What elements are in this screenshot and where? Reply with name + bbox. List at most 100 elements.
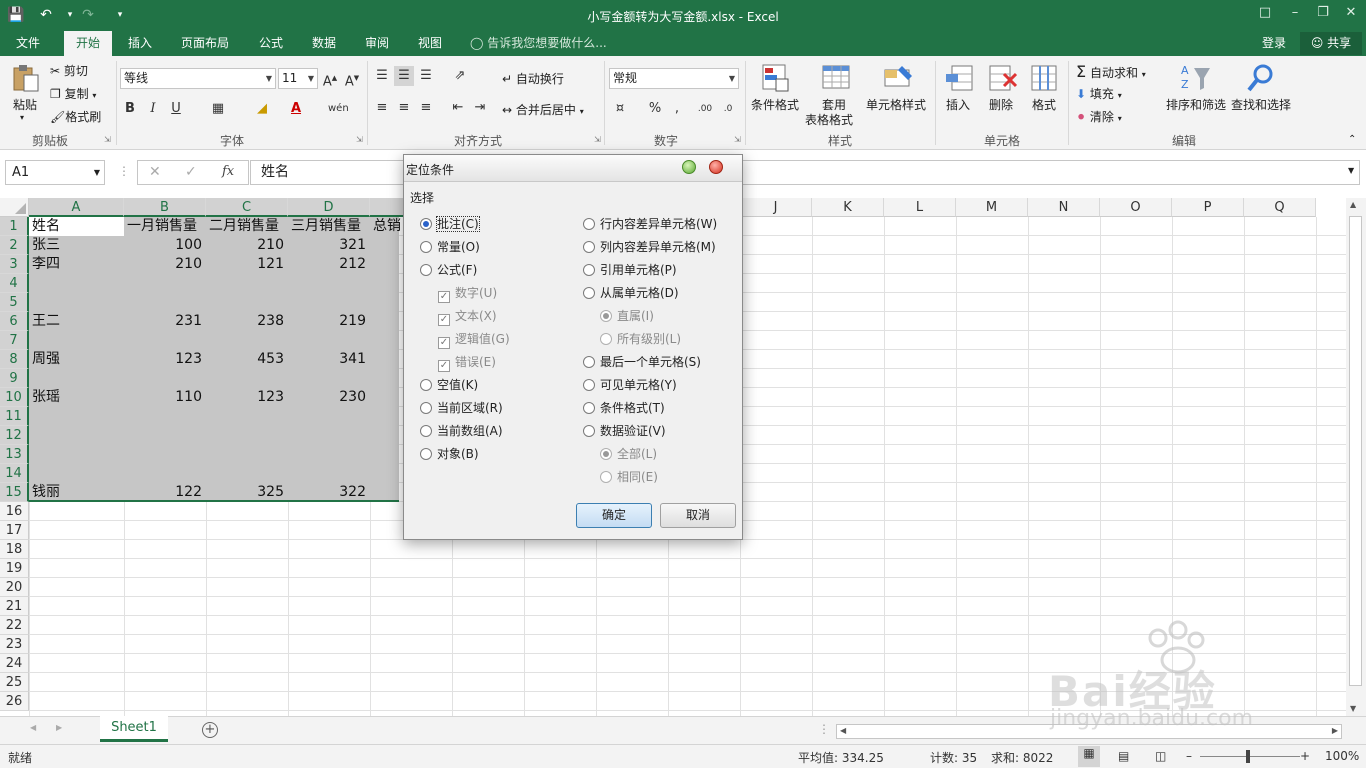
zoom-in-icon[interactable]: + bbox=[1300, 749, 1310, 763]
row-header-15[interactable]: 15 bbox=[0, 483, 29, 502]
option-column-differences[interactable]: 列内容差异单元格(M) bbox=[583, 238, 716, 255]
option-current-array[interactable]: 当前数组(A) bbox=[420, 422, 503, 439]
page-break-view-icon[interactable]: ◫ bbox=[1155, 749, 1166, 763]
decrease-decimal-icon[interactable]: .0 bbox=[718, 99, 738, 119]
option-data-validation[interactable]: 数据验证(V) bbox=[583, 422, 666, 439]
format-painter-button[interactable]: 🖌格式刷 bbox=[50, 108, 101, 125]
row-header-21[interactable]: 21 bbox=[0, 597, 29, 616]
minimize-icon[interactable]: – bbox=[1280, 0, 1310, 31]
vertical-scroll-thumb[interactable] bbox=[1349, 216, 1362, 686]
row-header-25[interactable]: 25 bbox=[0, 673, 29, 692]
copy-button[interactable]: ❐ 复制 ▾ bbox=[50, 85, 96, 102]
align-center-icon[interactable]: ≡ bbox=[394, 98, 414, 118]
row-header-3[interactable]: 3 bbox=[0, 255, 29, 274]
option-last-cell[interactable]: 最后一个单元格(S) bbox=[583, 353, 701, 370]
feb-sales-cell[interactable]: 325 bbox=[206, 483, 288, 502]
row-header-12[interactable]: 12 bbox=[0, 426, 29, 445]
alignment-launcher-icon[interactable]: ⇲ bbox=[594, 135, 601, 144]
column-header-n[interactable]: N bbox=[1028, 198, 1100, 217]
row-header-23[interactable]: 23 bbox=[0, 635, 29, 654]
cancel-button[interactable]: 取消 bbox=[660, 503, 736, 528]
clipboard-launcher-icon[interactable]: ⇲ bbox=[104, 135, 111, 144]
help-icon[interactable] bbox=[682, 160, 696, 174]
increase-indent-icon[interactable]: ⇥ bbox=[470, 98, 490, 118]
conditional-format-button[interactable]: 条件格式 bbox=[751, 96, 799, 113]
collapse-ribbon-icon[interactable]: ⌃ bbox=[1348, 134, 1356, 145]
header-cell[interactable]: 一月销售量 bbox=[127, 217, 206, 236]
insert-cells-icon[interactable] bbox=[944, 62, 976, 94]
column-header-b[interactable]: B bbox=[124, 198, 206, 217]
align-left-icon[interactable]: ≡ bbox=[372, 98, 392, 118]
fill-button[interactable]: ⬇ 填充 ▾ bbox=[1076, 85, 1122, 102]
sort-filter-icon[interactable]: A Z bbox=[1180, 62, 1212, 94]
align-middle-icon[interactable]: ☰ bbox=[394, 66, 414, 86]
jan-sales-cell[interactable]: 210 bbox=[124, 255, 206, 274]
format-as-table-icon[interactable] bbox=[820, 62, 852, 94]
restore-icon[interactable]: ❐ bbox=[1308, 0, 1338, 31]
feb-sales-cell[interactable]: 210 bbox=[206, 236, 288, 255]
tell-me-box[interactable]: ◯ 告诉我您想要做什么... bbox=[470, 31, 607, 56]
row-header-18[interactable]: 18 bbox=[0, 540, 29, 559]
column-header-p[interactable]: P bbox=[1172, 198, 1244, 217]
zoom-slider-thumb[interactable] bbox=[1246, 750, 1250, 763]
zoom-level[interactable]: 100% bbox=[1325, 749, 1359, 763]
delete-cells-button[interactable]: 删除 bbox=[989, 96, 1013, 113]
zoom-out-icon[interactable]: – bbox=[1186, 749, 1192, 763]
option-visible-cells[interactable]: 可见单元格(Y) bbox=[583, 376, 677, 393]
find-select-icon[interactable] bbox=[1245, 62, 1277, 94]
column-header-d[interactable]: D bbox=[288, 198, 370, 217]
accounting-format-icon[interactable]: ¤ bbox=[610, 99, 630, 119]
close-icon[interactable]: ✕ bbox=[1336, 0, 1366, 31]
cell-styles-icon[interactable] bbox=[882, 62, 914, 94]
mar-sales-cell[interactable]: 212 bbox=[288, 255, 370, 274]
border-icon[interactable]: ▦ bbox=[208, 99, 228, 119]
option-conditional-formats[interactable]: 条件格式(T) bbox=[583, 399, 665, 416]
mar-sales-cell[interactable]: 322 bbox=[288, 483, 370, 502]
orientation-icon[interactable]: ⇗ bbox=[450, 66, 470, 86]
align-bottom-icon[interactable]: ☰ bbox=[416, 66, 436, 86]
column-header-j[interactable]: J bbox=[740, 198, 812, 217]
option-objects[interactable]: 对象(B) bbox=[420, 445, 479, 462]
row-header-22[interactable]: 22 bbox=[0, 616, 29, 635]
page-layout-view-icon[interactable]: ▤ bbox=[1118, 749, 1129, 763]
tab-data[interactable]: 数据 bbox=[306, 31, 342, 56]
option-precedents[interactable]: 引用单元格(P) bbox=[583, 261, 677, 278]
column-header-m[interactable]: M bbox=[956, 198, 1028, 217]
column-header-k[interactable]: K bbox=[812, 198, 884, 217]
option-constants[interactable]: 常量(O) bbox=[420, 238, 480, 255]
align-right-icon[interactable]: ≡ bbox=[416, 98, 436, 118]
mar-sales-cell[interactable]: 219 bbox=[288, 312, 370, 331]
name-box[interactable]: A1 ▼ bbox=[5, 160, 105, 185]
font-launcher-icon[interactable]: ⇲ bbox=[356, 135, 363, 144]
font-color-icon[interactable]: A bbox=[286, 99, 306, 119]
dialog-close-icon[interactable] bbox=[709, 160, 723, 174]
delete-cells-icon[interactable] bbox=[986, 62, 1018, 94]
row-header-5[interactable]: 5 bbox=[0, 293, 29, 312]
jan-sales-cell[interactable]: 231 bbox=[124, 312, 206, 331]
feb-sales-cell[interactable]: 453 bbox=[206, 350, 288, 369]
row-header-16[interactable]: 16 bbox=[0, 502, 29, 521]
find-select-button[interactable]: 查找和选择 bbox=[1231, 96, 1291, 113]
header-cell[interactable]: 二月销售量 bbox=[209, 217, 288, 236]
column-header-a[interactable]: A bbox=[29, 198, 124, 217]
row-header-24[interactable]: 24 bbox=[0, 654, 29, 673]
row-header-8[interactable]: 8 bbox=[0, 350, 29, 369]
mar-sales-cell[interactable]: 341 bbox=[288, 350, 370, 369]
header-cell[interactable]: 三月销售量 bbox=[291, 217, 370, 236]
name-cell[interactable]: 周强 bbox=[32, 350, 124, 369]
name-cell[interactable]: 李四 bbox=[32, 255, 124, 274]
name-cell[interactable]: 张瑶 bbox=[32, 388, 124, 407]
mar-sales-cell[interactable]: 230 bbox=[288, 388, 370, 407]
feb-sales-cell[interactable]: 123 bbox=[206, 388, 288, 407]
row-header-19[interactable]: 19 bbox=[0, 559, 29, 578]
option-row-differences[interactable]: 行内容差异单元格(W) bbox=[583, 215, 717, 232]
wrap-text-button[interactable]: ↵ 自动换行 bbox=[502, 70, 564, 87]
jan-sales-cell[interactable]: 100 bbox=[124, 236, 206, 255]
font-name-combo[interactable]: 等线 ▼ bbox=[120, 68, 276, 89]
italic-icon[interactable]: I bbox=[143, 99, 163, 119]
row-header-2[interactable]: 2 bbox=[0, 236, 29, 255]
name-cell[interactable]: 张三 bbox=[32, 236, 124, 255]
add-sheet-icon[interactable]: + bbox=[202, 722, 218, 738]
row-header-6[interactable]: 6 bbox=[0, 312, 29, 331]
column-header-l[interactable]: L bbox=[884, 198, 956, 217]
